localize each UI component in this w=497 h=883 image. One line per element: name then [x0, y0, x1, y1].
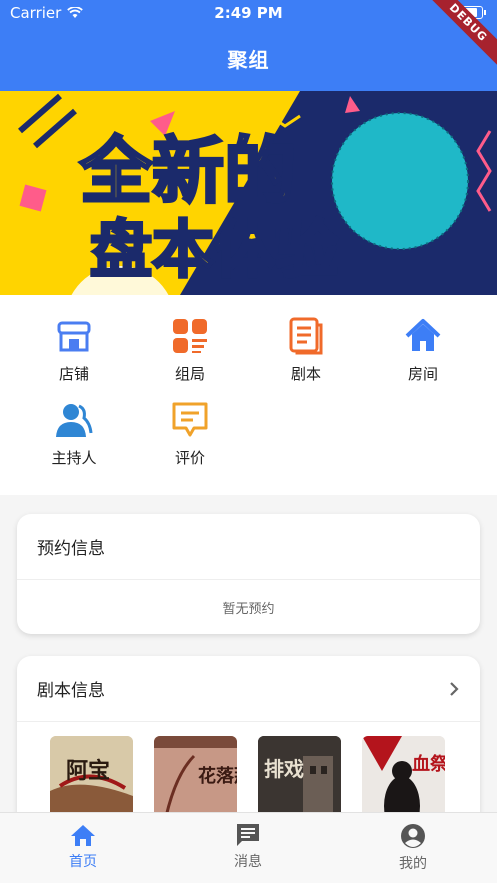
bottom-tab-bar: 首页 消息 我的 — [0, 812, 497, 883]
tab-home[interactable]: 首页 — [23, 823, 143, 871]
script-header[interactable]: 剧本信息 — [17, 656, 480, 722]
menu-item-review[interactable]: 评价 — [140, 401, 240, 468]
reservation-title: 预约信息 — [37, 539, 105, 559]
banner-text-line1: 全新的 — [79, 129, 296, 213]
script-cover-title: 血祭 — [412, 753, 445, 775]
menu-item-group[interactable]: 组局 — [140, 317, 240, 384]
chevron-right-icon[interactable] — [448, 681, 460, 697]
status-bar: Carrier 2:49 PM — [0, 0, 497, 26]
banner-text-line2: 盘本体验 — [90, 213, 338, 286]
menu-label-group: 组局 — [174, 365, 205, 383]
script-icon — [289, 317, 323, 355]
home-icon — [405, 319, 441, 351]
status-time: 2:49 PM — [214, 4, 283, 22]
home-tab-icon — [71, 825, 95, 846]
tab-home-label: 首页 — [69, 854, 97, 870]
menu-item-room[interactable]: 房间 — [373, 317, 473, 384]
script-cover-list: 阿宝 花落那 排戏 — [17, 723, 480, 826]
host-icon — [56, 404, 93, 437]
menu-label-room: 房间 — [407, 365, 438, 383]
menu-item-host[interactable]: 主持人 — [24, 401, 124, 468]
script-cover-title: 阿宝 — [66, 758, 110, 784]
profile-tab-icon — [401, 824, 425, 848]
feature-menu: 店铺 组局 剧本 房间 主持人 评价 — [0, 295, 497, 495]
tab-profile-label: 我的 — [399, 856, 427, 872]
menu-item-script[interactable]: 剧本 — [256, 317, 356, 384]
comment-icon — [172, 402, 208, 437]
script-cover-title: 花落那 — [198, 765, 237, 787]
tab-messages-label: 消息 — [234, 854, 262, 870]
menu-item-store[interactable]: 店铺 — [24, 317, 124, 384]
reservation-empty: 暂无预约 — [222, 602, 275, 617]
promo-banner[interactable]: 全新的 盘本体验 — [0, 91, 497, 295]
script-cover-title: 排戏 — [264, 757, 304, 781]
store-icon — [57, 321, 91, 352]
banner-graphic: 全新的 盘本体验 — [0, 91, 497, 295]
message-tab-icon — [237, 824, 259, 846]
menu-label-script: 剧本 — [290, 365, 321, 383]
grid-icon — [173, 319, 207, 353]
app-header: Carrier 2:49 PM 聚组 DEBUG — [0, 0, 497, 91]
menu-label-store: 店铺 — [58, 365, 89, 383]
tab-profile[interactable]: 我的 — [353, 823, 473, 873]
reservation-card: 预约信息 暂无预约 — [17, 514, 480, 634]
menu-label-review: 评价 — [174, 449, 205, 467]
page-title: 聚组 — [227, 48, 270, 72]
tab-messages[interactable]: 消息 — [188, 823, 308, 871]
script-title: 剧本信息 — [37, 681, 105, 701]
script-card: 剧本信息 阿宝 花落那 — [17, 656, 480, 836]
reservation-header: 预约信息 — [17, 514, 480, 580]
menu-label-host: 主持人 — [51, 449, 97, 467]
